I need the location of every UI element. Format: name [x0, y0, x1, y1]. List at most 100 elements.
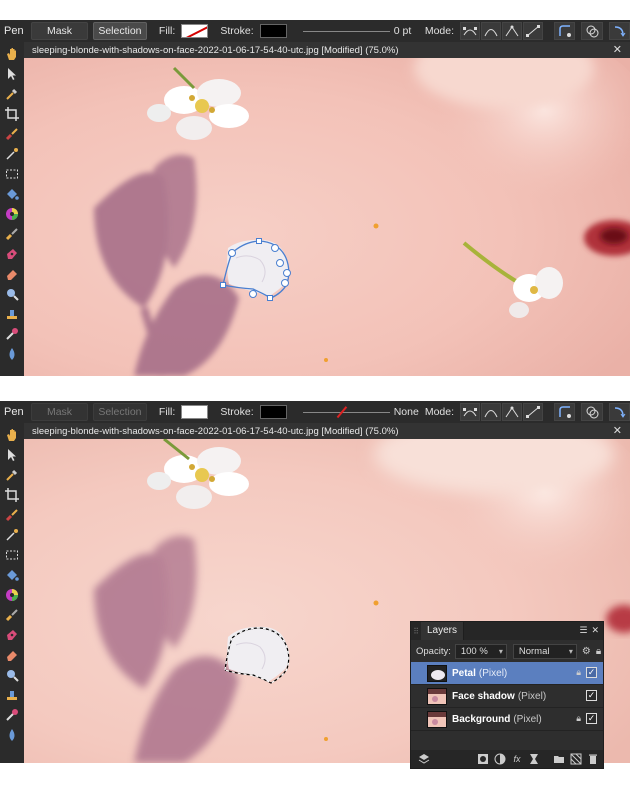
adjustment-icon[interactable]	[493, 752, 507, 766]
layer-visibility-checkbox[interactable]: ✓	[586, 690, 597, 701]
fill-icon[interactable]	[3, 565, 21, 585]
boolean-icon[interactable]	[581, 22, 603, 40]
tool-name: Pen	[4, 406, 24, 418]
fill-swatch[interactable]	[181, 24, 209, 38]
transform-icon[interactable]	[608, 403, 630, 421]
selection-brush-icon[interactable]	[3, 144, 21, 164]
tools-panel	[0, 42, 24, 376]
blend-mode-select[interactable]: Normal	[512, 643, 577, 659]
pen-mode-icon[interactable]	[460, 403, 481, 421]
stamp-icon[interactable]	[3, 304, 21, 324]
layers-panel[interactable]: ⠿ Layers ☰ ✕ Opacity: 100 % Normal ⚙ 🔒︎ …	[410, 621, 604, 769]
marquee-icon[interactable]	[3, 164, 21, 184]
selection-button[interactable]: Selection	[92, 22, 147, 40]
layer-thumbnail	[427, 687, 447, 705]
layers-panel-footer: fx	[411, 750, 603, 768]
stroke-width-slider[interactable]	[302, 24, 390, 38]
selection-brush-icon[interactable]	[3, 525, 21, 545]
mask-button[interactable]: Mask	[31, 22, 88, 40]
stroke-width-value: 0 pt	[393, 25, 412, 37]
folder-icon[interactable]	[552, 752, 566, 766]
grip-icon[interactable]: ⠿	[411, 627, 421, 636]
layer-lock-icon[interactable]: 🔒︎	[576, 667, 581, 678]
stroke-label: Stroke:	[220, 25, 254, 37]
smart-mode-icon[interactable]	[481, 403, 502, 421]
panel-close-icon[interactable]: ✕	[591, 625, 599, 636]
hand-icon[interactable]	[3, 425, 21, 445]
stroke-width-value: None	[393, 406, 419, 418]
hand-icon[interactable]	[3, 44, 21, 64]
layer-visibility-checkbox[interactable]: ✓	[586, 713, 597, 724]
brush-icon[interactable]	[3, 505, 21, 525]
move-icon[interactable]	[3, 64, 21, 84]
panel-menu-icon[interactable]: ☰	[579, 625, 587, 636]
move-icon[interactable]	[3, 445, 21, 465]
blur-icon[interactable]	[3, 344, 21, 364]
zoom-icon[interactable]	[3, 665, 21, 685]
close-icon[interactable]: ✕	[613, 43, 622, 56]
transform-icon[interactable]	[608, 22, 630, 40]
pen-icon[interactable]	[3, 625, 21, 645]
line-mode-icon[interactable]	[523, 22, 544, 40]
line-mode-icon[interactable]	[523, 403, 544, 421]
layer-row-face-shadow[interactable]: Face shadow (Pixel) ✓	[411, 685, 603, 708]
crop-icon[interactable]	[3, 104, 21, 124]
layer-name: Background	[452, 713, 511, 725]
dodge-icon[interactable]	[3, 705, 21, 725]
crop-icon[interactable]	[3, 485, 21, 505]
stamp-icon[interactable]	[3, 685, 21, 705]
mask-layer-icon[interactable]	[476, 752, 490, 766]
layer-visibility-checkbox[interactable]: ✓	[586, 667, 597, 678]
gear-icon[interactable]: ⚙	[582, 646, 591, 657]
context-toolbar: Pen Mask Selection Fill: Stroke: 0 pt Mo…	[0, 20, 630, 42]
paint-brush-icon[interactable]	[3, 224, 21, 244]
layers-stack-icon[interactable]	[417, 752, 431, 766]
image-canvas[interactable]	[24, 58, 630, 376]
brush-icon[interactable]	[3, 124, 21, 144]
stroke-width-slider[interactable]	[302, 405, 390, 419]
layer-row-petal[interactable]: Petal (Pixel) 🔒︎ ✓	[411, 662, 603, 685]
trash-icon[interactable]	[586, 752, 600, 766]
fill-label: Fill:	[158, 25, 176, 37]
eraser-icon[interactable]	[3, 264, 21, 284]
snap-icon[interactable]	[554, 403, 576, 421]
pen-mode-icon[interactable]	[460, 22, 481, 40]
marquee-icon[interactable]	[3, 545, 21, 565]
eyedropper-icon[interactable]	[3, 84, 21, 104]
layer-type: (Pixel)	[478, 667, 508, 679]
snap-icon[interactable]	[554, 22, 576, 40]
stroke-label: Stroke:	[220, 406, 254, 418]
bottom-screenshot: Pen Mask Selection Fill: Stroke: None Mo…	[0, 401, 630, 769]
color-wheel-icon[interactable]	[3, 204, 21, 224]
eyedropper-icon[interactable]	[3, 465, 21, 485]
stroke-swatch[interactable]	[259, 24, 287, 38]
dodge-icon[interactable]	[3, 324, 21, 344]
layer-row-background[interactable]: Background (Pixel) 🔒︎ ✓	[411, 708, 603, 731]
layer-lock-icon[interactable]: 🔒︎	[576, 713, 581, 724]
opacity-input[interactable]: 100 %	[454, 643, 507, 659]
mask-button[interactable]: Mask	[31, 403, 88, 421]
fill-swatch[interactable]	[181, 405, 209, 419]
fx-icon[interactable]: fx	[510, 752, 524, 766]
polygon-mode-icon[interactable]	[502, 403, 523, 421]
pen-icon[interactable]	[3, 244, 21, 264]
tab-layers[interactable]: Layers	[421, 622, 465, 640]
layer-thumbnail	[427, 664, 447, 682]
polygon-mode-icon[interactable]	[502, 22, 523, 40]
fill-icon[interactable]	[3, 184, 21, 204]
document-tab[interactable]: sleeping-blonde-with-shadows-on-face-202…	[24, 423, 630, 439]
paint-brush-icon[interactable]	[3, 605, 21, 625]
close-icon[interactable]: ✕	[613, 424, 622, 437]
lock-icon[interactable]: 🔒︎	[596, 646, 601, 657]
live-filter-icon[interactable]	[527, 752, 541, 766]
color-wheel-icon[interactable]	[3, 585, 21, 605]
blur-icon[interactable]	[3, 725, 21, 745]
eraser-icon[interactable]	[3, 645, 21, 665]
document-tab[interactable]: sleeping-blonde-with-shadows-on-face-202…	[24, 42, 630, 58]
boolean-icon[interactable]	[581, 403, 603, 421]
smart-mode-icon[interactable]	[481, 22, 502, 40]
zoom-icon[interactable]	[3, 284, 21, 304]
stroke-swatch[interactable]	[259, 405, 287, 419]
selection-button[interactable]: Selection	[92, 403, 147, 421]
add-layer-icon[interactable]	[569, 752, 583, 766]
